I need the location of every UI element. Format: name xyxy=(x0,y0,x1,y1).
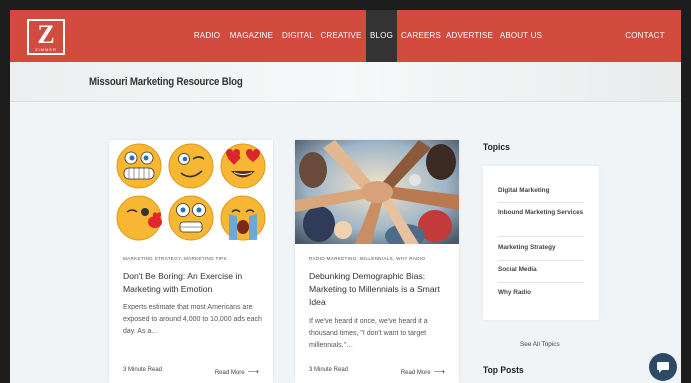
nav-careers[interactable]: CAREERS xyxy=(400,10,442,62)
millennials-hands-image[interactable] xyxy=(295,140,459,244)
logo-letter: Z xyxy=(37,20,55,49)
post-title[interactable]: Don't Be Boring: An Exercise in Marketin… xyxy=(123,270,261,296)
top-posts-heading: Top Posts xyxy=(483,365,524,376)
chat-button[interactable] xyxy=(649,353,677,381)
post-excerpt: If we've heard it once, we've heard it a… xyxy=(309,318,428,349)
emoji-faces-image[interactable] xyxy=(109,140,273,244)
post-categories[interactable]: RADIO MARKETING, MILLENNIALS, WHY RADIO xyxy=(309,256,425,261)
divider xyxy=(498,282,584,283)
nav-digital[interactable]: DIGITAL xyxy=(280,10,316,62)
read-more-label: Read More xyxy=(214,370,245,376)
topic-marketing-strategy[interactable]: Marketing Strategy xyxy=(498,242,584,254)
nav-about-us[interactable]: ABOUT US xyxy=(497,10,545,62)
browser-viewport: Z ZIMMER RADIO MAGAZINE DIGITAL CREATIVE… xyxy=(10,10,681,383)
read-time: 3 Minute Read xyxy=(309,367,349,373)
see-all-topics-link[interactable]: See All Topics xyxy=(520,341,560,348)
zimmer-logo[interactable]: Z ZIMMER xyxy=(27,19,65,55)
divider xyxy=(498,260,584,261)
topics-heading: Topics xyxy=(483,142,510,153)
topic-why-radio[interactable]: Why Radio xyxy=(498,287,584,299)
nav-advertise[interactable]: ADVERTISE xyxy=(445,10,494,62)
nav-radio[interactable]: RADIO xyxy=(190,10,224,62)
page-title-band: Missouri Marketing Resource Blog xyxy=(10,62,681,102)
read-more-label: Read More xyxy=(400,370,431,376)
topics-list: Digital Marketing Inbound Marketing Serv… xyxy=(483,166,599,320)
divider xyxy=(498,202,584,203)
arrow-right-icon: ⟶ xyxy=(247,367,259,376)
post-categories[interactable]: MARKETING STRATEGY, MARKETING TIPS xyxy=(123,256,227,261)
site-header: Z ZIMMER RADIO MAGAZINE DIGITAL CREATIVE… xyxy=(10,10,681,62)
arrow-right-icon: ⟶ xyxy=(433,367,445,376)
post-title[interactable]: Debunking Demographic Bias: Marketing to… xyxy=(309,270,447,309)
read-more-link[interactable]: Read More ⟶ xyxy=(215,367,259,376)
read-time: 3 Minute Read xyxy=(123,367,163,373)
divider xyxy=(498,236,584,237)
blog-post-card[interactable]: RADIO MARKETING, MILLENNIALS, WHY RADIO … xyxy=(295,140,459,383)
nav-magazine[interactable]: MAGAZINE xyxy=(226,10,277,62)
topic-digital-marketing[interactable]: Digital Marketing xyxy=(498,185,584,197)
read-more-link[interactable]: Read More ⟶ xyxy=(401,367,445,376)
nav-contact[interactable]: CONTACT xyxy=(624,10,666,62)
nav-creative[interactable]: CREATIVE xyxy=(319,10,363,62)
topic-inbound-marketing-services[interactable]: Inbound Marketing Services xyxy=(498,207,584,219)
page-title: Missouri Marketing Resource Blog xyxy=(89,76,243,88)
post-excerpt: Experts estimate that most Americans are… xyxy=(123,304,262,335)
logo-subtitle: ZIMMER xyxy=(35,47,57,52)
chat-icon xyxy=(657,362,669,373)
blog-post-card[interactable]: MARKETING STRATEGY, MARKETING TIPS Don't… xyxy=(109,140,273,383)
topic-social-media[interactable]: Social Media xyxy=(498,264,584,276)
nav-blog[interactable]: BLOG xyxy=(366,10,397,62)
